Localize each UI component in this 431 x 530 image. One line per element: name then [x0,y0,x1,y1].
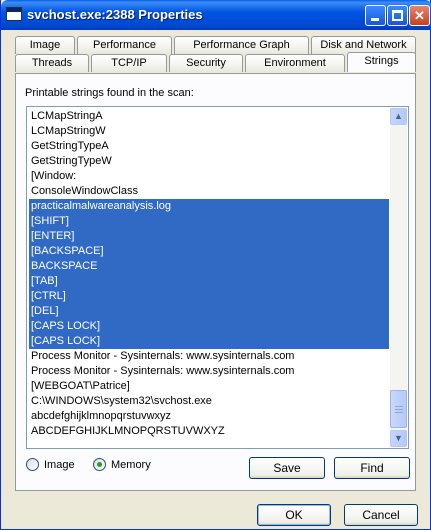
list-item[interactable]: abcdefghijklmnopqrstuvwxyz [29,409,389,424]
scroll-up-button[interactable]: ▲ [390,108,407,125]
close-icon: ✕ [414,8,425,23]
image-radio[interactable] [26,458,39,471]
strings-list-label: Printable strings found in the scan: [25,87,194,99]
tab-strings[interactable]: Strings [347,52,416,72]
grip-line [395,412,403,413]
minimize-icon [371,18,379,21]
image-option[interactable]: Image [26,458,75,471]
tab-label: TCP/IP [111,57,147,69]
ok-button[interactable]: OK [257,504,331,526]
tab-environment[interactable]: Environment [245,54,345,72]
maximize-icon [392,10,403,21]
save-button[interactable]: Save [249,457,325,479]
memory-radio-label: Memory [111,458,151,471]
window-title: svchost.exe:2388 Properties [27,7,203,22]
list-item[interactable]: practicalmalwareanalysis.log [29,199,389,214]
tab-label: Performance [93,39,156,51]
list-item[interactable]: GetStringTypeW [29,154,389,169]
tab-label: Threads [31,57,73,69]
tab-threads[interactable]: Threads [15,54,89,72]
close-button[interactable]: ✕ [409,5,430,26]
list-item[interactable]: BACKSPACE [29,259,389,274]
tab-label: Image [29,39,61,51]
tab-label: Environment [264,57,326,69]
grip-line [395,406,403,407]
tab-security[interactable]: Security [169,54,243,72]
list-item[interactable]: [WEBGOAT\Patrice] [29,379,389,394]
tab-label: Security [186,57,226,69]
scroll-down-button[interactable]: ▼ [390,430,407,447]
scroll-thumb[interactable] [390,390,407,428]
list-item[interactable]: [CAPS LOCK] [29,334,389,349]
list-item[interactable]: [CTRL] [29,289,389,304]
window-app-icon [6,7,22,21]
list-item[interactable]: GetStringTypeA [29,139,389,154]
cancel-button[interactable]: Cancel [344,504,418,526]
image-radio-label: Image [44,458,75,471]
list-item[interactable]: [TAB] [29,274,389,289]
list-item[interactable]: Process Monitor - Sysinternals: www.sysi… [29,349,389,364]
strings-list: LCMapStringA LCMapStringW GetStringTypeA Ge… [29,109,389,439]
list-item[interactable]: [Window: [29,169,389,184]
tab-tcp-ip[interactable]: TCP/IP [91,54,167,72]
properties-dialog: svchost.exe:2388 Properties ✕ Image Perf… [0,0,431,530]
memory-option[interactable]: Memory [93,458,151,471]
list-item[interactable]: ConsoleWindowClass [29,184,389,199]
tab-label: Disk and Network [320,39,407,51]
minimize-button[interactable] [365,5,386,26]
memory-radio[interactable] [93,458,106,471]
vertical-scrollbar[interactable]: ▲ ▼ [390,108,407,447]
maximize-button[interactable] [387,5,408,26]
tab-label: Performance Graph [193,39,290,51]
tab-image[interactable]: Image [15,36,75,54]
list-item[interactable]: C:\WINDOWS\system32\svchost.exe [29,394,389,409]
list-item[interactable]: [DEL] [29,304,389,319]
strings-listbox[interactable]: LCMapStringA LCMapStringW GetStringTypeA Ge… [26,106,409,449]
list-item[interactable]: ABCDEFGHIJKLMNOPQRSTUVWXYZ [29,424,389,439]
scroll-down-arrow-icon: ▼ [394,433,403,443]
title-bar[interactable]: svchost.exe:2388 Properties ✕ [1,0,431,30]
list-item[interactable]: Process Monitor - Sysinternals: www.sysi… [29,364,389,379]
list-item[interactable]: [SHIFT] [29,214,389,229]
list-item[interactable]: LCMapStringW [29,124,389,139]
list-item[interactable]: [BACKSPACE] [29,244,389,259]
tab-performance[interactable]: Performance [77,36,172,54]
list-item[interactable]: [ENTER] [29,229,389,244]
scroll-up-arrow-icon: ▲ [394,111,403,121]
tab-performance-graph[interactable]: Performance Graph [174,36,309,54]
list-item[interactable]: [CAPS LOCK] [29,319,389,334]
tab-label: Strings [364,55,399,67]
list-item[interactable]: LCMapStringA [29,109,389,124]
find-button[interactable]: Find [334,457,410,479]
grip-line [395,409,403,410]
